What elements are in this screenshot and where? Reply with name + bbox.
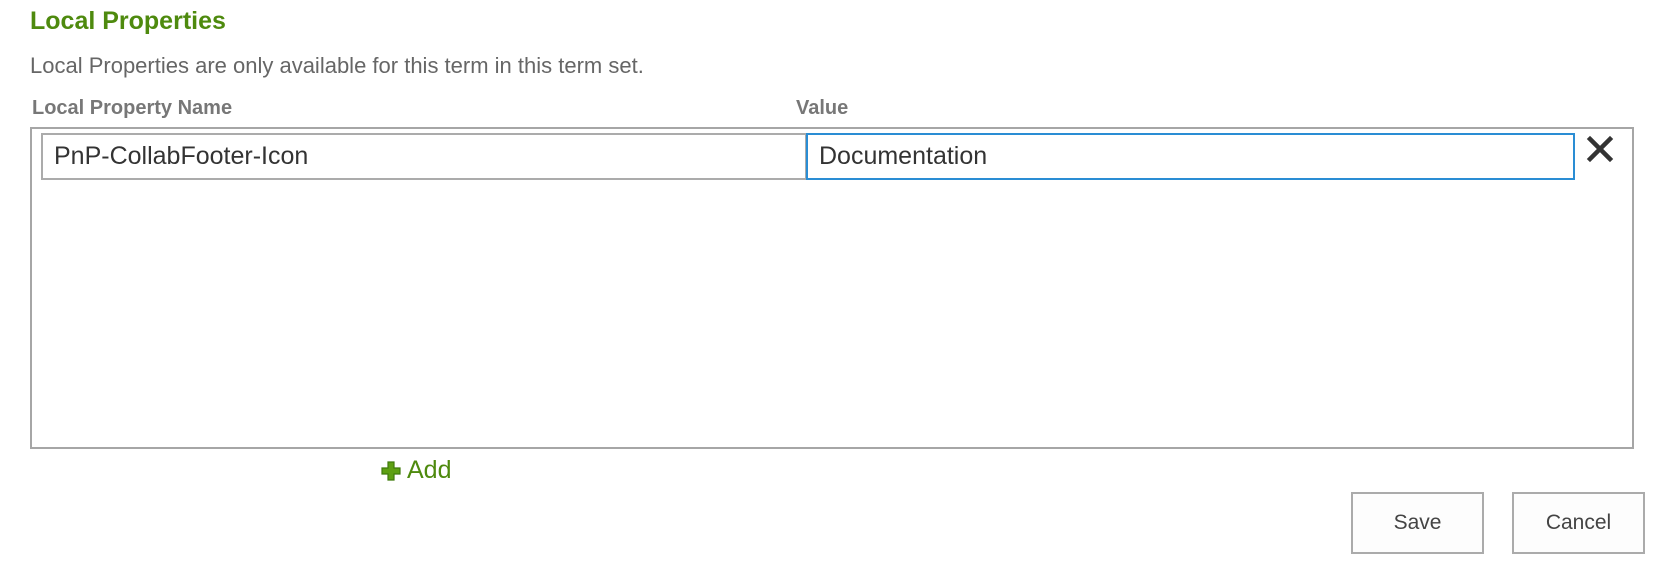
section-description: Local Properties are only available for … bbox=[30, 53, 644, 78]
save-button[interactable]: Save bbox=[1351, 492, 1484, 554]
column-header-property-name: Local Property Name bbox=[32, 97, 233, 119]
add-label: Add bbox=[407, 456, 452, 484]
cancel-button[interactable]: Cancel bbox=[1512, 492, 1645, 554]
plus-icon bbox=[381, 460, 401, 481]
property-name-input[interactable] bbox=[41, 133, 807, 180]
add-property-link[interactable]: Add bbox=[381, 456, 451, 485]
section-title: Local Properties bbox=[30, 7, 226, 35]
column-header-value: Value bbox=[796, 97, 849, 119]
property-value-input[interactable] bbox=[806, 133, 1575, 180]
close-x-icon bbox=[1586, 135, 1614, 163]
remove-property-button[interactable] bbox=[1582, 131, 1618, 167]
